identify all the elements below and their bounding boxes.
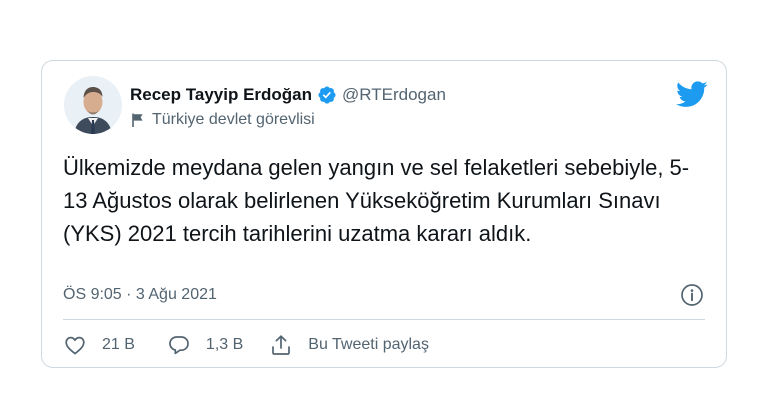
tweet-actions: 21 B 1,3 B Bu Tweeti paylaş [63,332,429,358]
heart-icon [63,333,87,357]
flag-icon [130,112,146,128]
verified-badge-icon [317,85,337,105]
share-button[interactable]: Bu Tweeti paylaş [269,333,429,357]
divider [63,319,705,320]
share-label: Bu Tweeti paylaş [308,336,429,353]
twitter-bird-icon[interactable] [676,81,708,108]
avatar[interactable] [64,76,122,134]
affiliation-label: Türkiye devlet görevlisi [152,111,315,128]
author-display-name[interactable]: Recep Tayyip Erdoğan [130,85,312,105]
like-count: 21 B [102,336,135,353]
tweet-timestamp[interactable]: ÖS 9:05 · 3 Ağu 2021 [63,283,217,307]
reply-count: 1,3 B [205,336,244,353]
tweet-card[interactable]: Recep Tayyip Erdoğan @RTErdogan Türkiye … [41,60,727,368]
tweet-author[interactable]: Recep Tayyip Erdoğan @RTErdogan [130,83,446,107]
reply-bubble-icon [167,333,191,357]
tweet-text: Ülkemizde meydana gelen yangın ve sel fe… [63,155,690,246]
share-icon [269,333,293,357]
author-handle[interactable]: @RTErdogan [342,85,446,105]
reply-button[interactable]: 1,3 B [167,333,243,357]
avatar-photo [64,76,122,134]
like-button[interactable]: 21 B [63,333,135,357]
author-affiliation: Türkiye devlet görevlisi [130,110,315,130]
info-icon[interactable] [680,283,704,307]
